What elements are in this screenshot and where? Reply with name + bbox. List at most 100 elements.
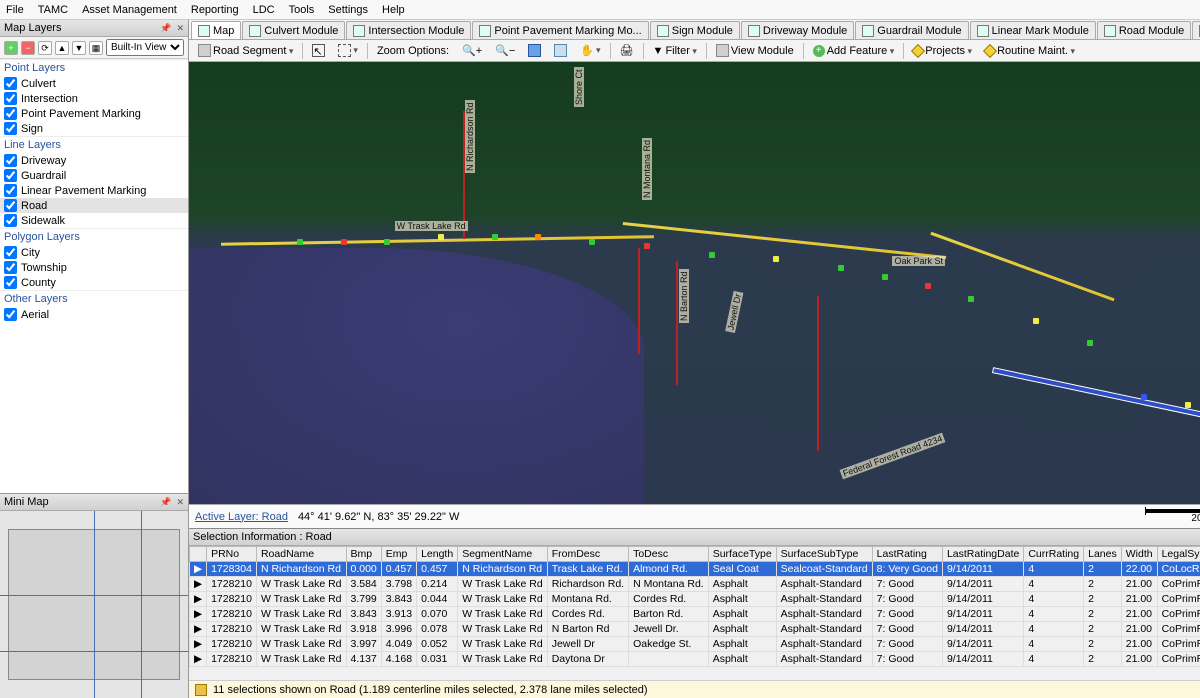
layer-row-sign[interactable]: Sign (0, 121, 188, 136)
filter-dropdown[interactable]: ▼ Filter (648, 42, 702, 60)
pin-icon[interactable]: 📌 (160, 497, 171, 507)
minimap-canvas[interactable] (0, 511, 188, 698)
layer-checkbox[interactable] (4, 107, 17, 120)
layer-row-sidewalk[interactable]: Sidewalk (0, 213, 188, 228)
selection-grid[interactable]: PRNoRoadNameBmpEmpLengthSegmentNameFromD… (189, 546, 1200, 680)
tab-culvert-module[interactable]: Culvert Module (242, 21, 345, 39)
layer-row-guardrail[interactable]: Guardrail (0, 168, 188, 183)
col-length[interactable]: Length (417, 547, 458, 562)
add-layer-icon[interactable]: + (4, 41, 18, 55)
layer-checkbox[interactable] (4, 246, 17, 259)
zoom-selection-icon[interactable] (549, 42, 572, 60)
layer-checkbox[interactable] (4, 184, 17, 197)
zoom-extent-icon[interactable] (523, 42, 546, 60)
map-canvas[interactable]: W Trask Lake Rd N Richardson Rd N Montan… (189, 62, 1200, 504)
table-row[interactable]: ▶1728210W Trask Lake Rd3.5843.7980.214W … (190, 577, 1200, 592)
layer-row-township[interactable]: Township (0, 260, 188, 275)
col-lastrating[interactable]: LastRating (872, 547, 942, 562)
tab-point-pavement-marking-mo-[interactable]: Point Pavement Marking Mo... (472, 21, 648, 39)
projects-dropdown[interactable]: Projects (908, 42, 977, 60)
row-selector[interactable]: ▶ (190, 577, 207, 592)
table-row[interactable]: ▶1728210W Trask Lake Rd3.9974.0490.052W … (190, 637, 1200, 652)
tab-guardrail-module[interactable]: Guardrail Module (855, 21, 968, 39)
pan-tool-icon[interactable]: ✋ (575, 42, 605, 60)
col-lastratingdate[interactable]: LastRatingDate (942, 547, 1023, 562)
layer-row-road[interactable]: Road (0, 198, 188, 213)
close-icon[interactable]: ✕ (176, 497, 184, 507)
col-segmentname[interactable]: SegmentName (458, 547, 548, 562)
menu-ldc[interactable]: LDC (253, 4, 275, 16)
col-width[interactable]: Width (1121, 547, 1157, 562)
table-row[interactable]: ▶1728210W Trask Lake Rd3.8433.9130.070W … (190, 607, 1200, 622)
menu-tamc[interactable]: TAMC (38, 4, 68, 16)
col-surfacesubtype[interactable]: SurfaceSubType (776, 547, 872, 562)
layer-checkbox[interactable] (4, 77, 17, 90)
view-selector[interactable]: Built-In View (106, 39, 184, 56)
layer-checkbox[interactable] (4, 169, 17, 182)
pin-icon[interactable]: 📌 (160, 23, 171, 33)
menu-bar[interactable]: File TAMC Asset Management Reporting LDC Tool… (0, 0, 1200, 20)
tab-map[interactable]: Map (191, 21, 241, 39)
layer-checkbox[interactable] (4, 276, 17, 289)
menu-help[interactable]: Help (382, 4, 405, 16)
layer-row-aerial[interactable]: Aerial (0, 307, 188, 322)
layer-row-city[interactable]: City (0, 245, 188, 260)
row-selector[interactable]: ▶ (190, 562, 207, 577)
menu-asset-management[interactable]: Asset Management (82, 4, 177, 16)
active-layer-link[interactable]: Active Layer: Road (195, 511, 288, 523)
layer-down-icon[interactable]: ▼ (72, 41, 86, 55)
tab-sign-module[interactable]: Sign Module (650, 21, 740, 39)
add-feature-dropdown[interactable]: +Add Feature (808, 42, 900, 60)
layer-row-linear-pavement-marking[interactable]: Linear Pavement Marking (0, 183, 188, 198)
row-selector[interactable]: ▶ (190, 622, 207, 637)
menu-tools[interactable]: Tools (289, 4, 315, 16)
layer-checkbox[interactable] (4, 308, 17, 321)
col-legalsystem[interactable]: LegalSystem (1157, 547, 1200, 562)
menu-settings[interactable]: Settings (328, 4, 368, 16)
remove-layer-icon[interactable]: − (21, 41, 35, 55)
col-roadname[interactable]: RoadName (256, 547, 346, 562)
tab-linear-mark-module[interactable]: Linear Mark Module (970, 21, 1096, 39)
close-icon[interactable]: ✕ (176, 23, 184, 33)
table-row[interactable]: ▶1728304N Richardson Rd0.0000.4570.457N … (190, 562, 1200, 577)
layer-row-intersection[interactable]: Intersection (0, 91, 188, 106)
layer-checkbox[interactable] (4, 261, 17, 274)
col-todesc[interactable]: ToDesc (629, 547, 709, 562)
table-row[interactable]: ▶1728210W Trask Lake Rd3.9183.9960.078W … (190, 622, 1200, 637)
col-fromdesc[interactable]: FromDesc (547, 547, 628, 562)
tab-driveway-module[interactable]: Driveway Module (741, 21, 854, 39)
layer-checkbox[interactable] (4, 154, 17, 167)
layer-up-icon[interactable]: ▲ (55, 41, 69, 55)
col-emp[interactable]: Emp (381, 547, 416, 562)
layer-checkbox[interactable] (4, 214, 17, 227)
select-tool-icon[interactable] (333, 42, 363, 60)
arrow-tool-icon[interactable]: ↖ (307, 42, 330, 60)
col-prno[interactable]: PRNo (207, 547, 257, 562)
print-icon[interactable]: 🖨 (615, 42, 639, 60)
layer-checkbox[interactable] (4, 92, 17, 105)
row-selector[interactable]: ▶ (190, 652, 207, 667)
layer-row-culvert[interactable]: Culvert (0, 76, 188, 91)
menu-reporting[interactable]: Reporting (191, 4, 239, 16)
row-selector[interactable]: ▶ (190, 607, 207, 622)
tab-intersection-module[interactable]: Intersection Module (346, 21, 471, 39)
row-selector[interactable]: ▶ (190, 637, 207, 652)
row-selector[interactable]: ▶ (190, 592, 207, 607)
menu-file[interactable]: File (6, 4, 24, 16)
layer-row-driveway[interactable]: Driveway (0, 153, 188, 168)
tab-road-module[interactable]: Road Module (1097, 21, 1191, 39)
layer-checkbox[interactable] (4, 122, 17, 135)
table-row[interactable]: ▶1728210W Trask Lake Rd4.1374.1680.031W … (190, 652, 1200, 667)
layer-row-point-pavement-marking[interactable]: Point Pavement Marking (0, 106, 188, 121)
layer-table-icon[interactable]: ▦ (89, 41, 103, 55)
col-lanes[interactable]: Lanes (1084, 547, 1122, 562)
layer-checkbox[interactable] (4, 199, 17, 212)
zoom-in-icon[interactable]: 🔍+ (457, 42, 487, 60)
col-bmp[interactable]: Bmp (346, 547, 381, 562)
layer-row-county[interactable]: County (0, 275, 188, 290)
table-row[interactable]: ▶1728210W Trask Lake Rd3.7993.8430.044W … (190, 592, 1200, 607)
tab-sidewalk[interactable]: Sidewalk (1192, 21, 1200, 39)
col-currrating[interactable]: CurrRating (1024, 547, 1084, 562)
zoom-out-icon[interactable]: 🔍− (490, 42, 520, 60)
routine-maint-dropdown[interactable]: Routine Maint. (980, 42, 1080, 60)
